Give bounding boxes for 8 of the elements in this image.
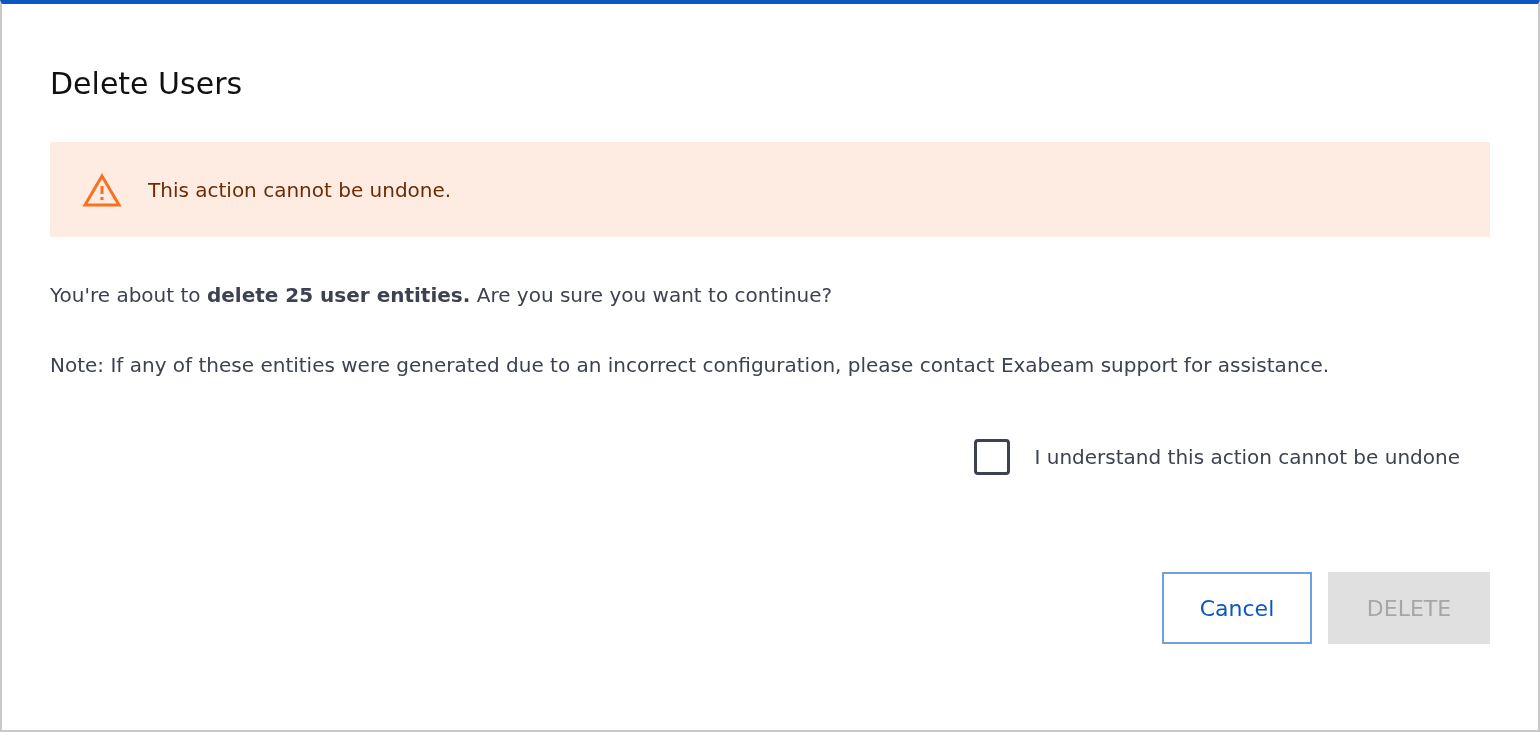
dialog-title: Delete Users (50, 65, 244, 103)
note-text: Note: If any of these entities were generated due to an incorrect configuration, please contact Exabeam support for assistance. (50, 352, 1331, 379)
alert-message: This action cannot be undone. (148, 177, 452, 202)
checkbox[interactable] (974, 439, 1011, 475)
confirmation-message: You're about to delete 25 user entities. Are you sure you want to continue? (50, 282, 834, 309)
warning-icon (82, 172, 122, 207)
cancel-button[interactable]: Cancel (1162, 572, 1312, 644)
checkbox-label[interactable]: I understand this action cannot be undone (1034, 445, 1460, 469)
